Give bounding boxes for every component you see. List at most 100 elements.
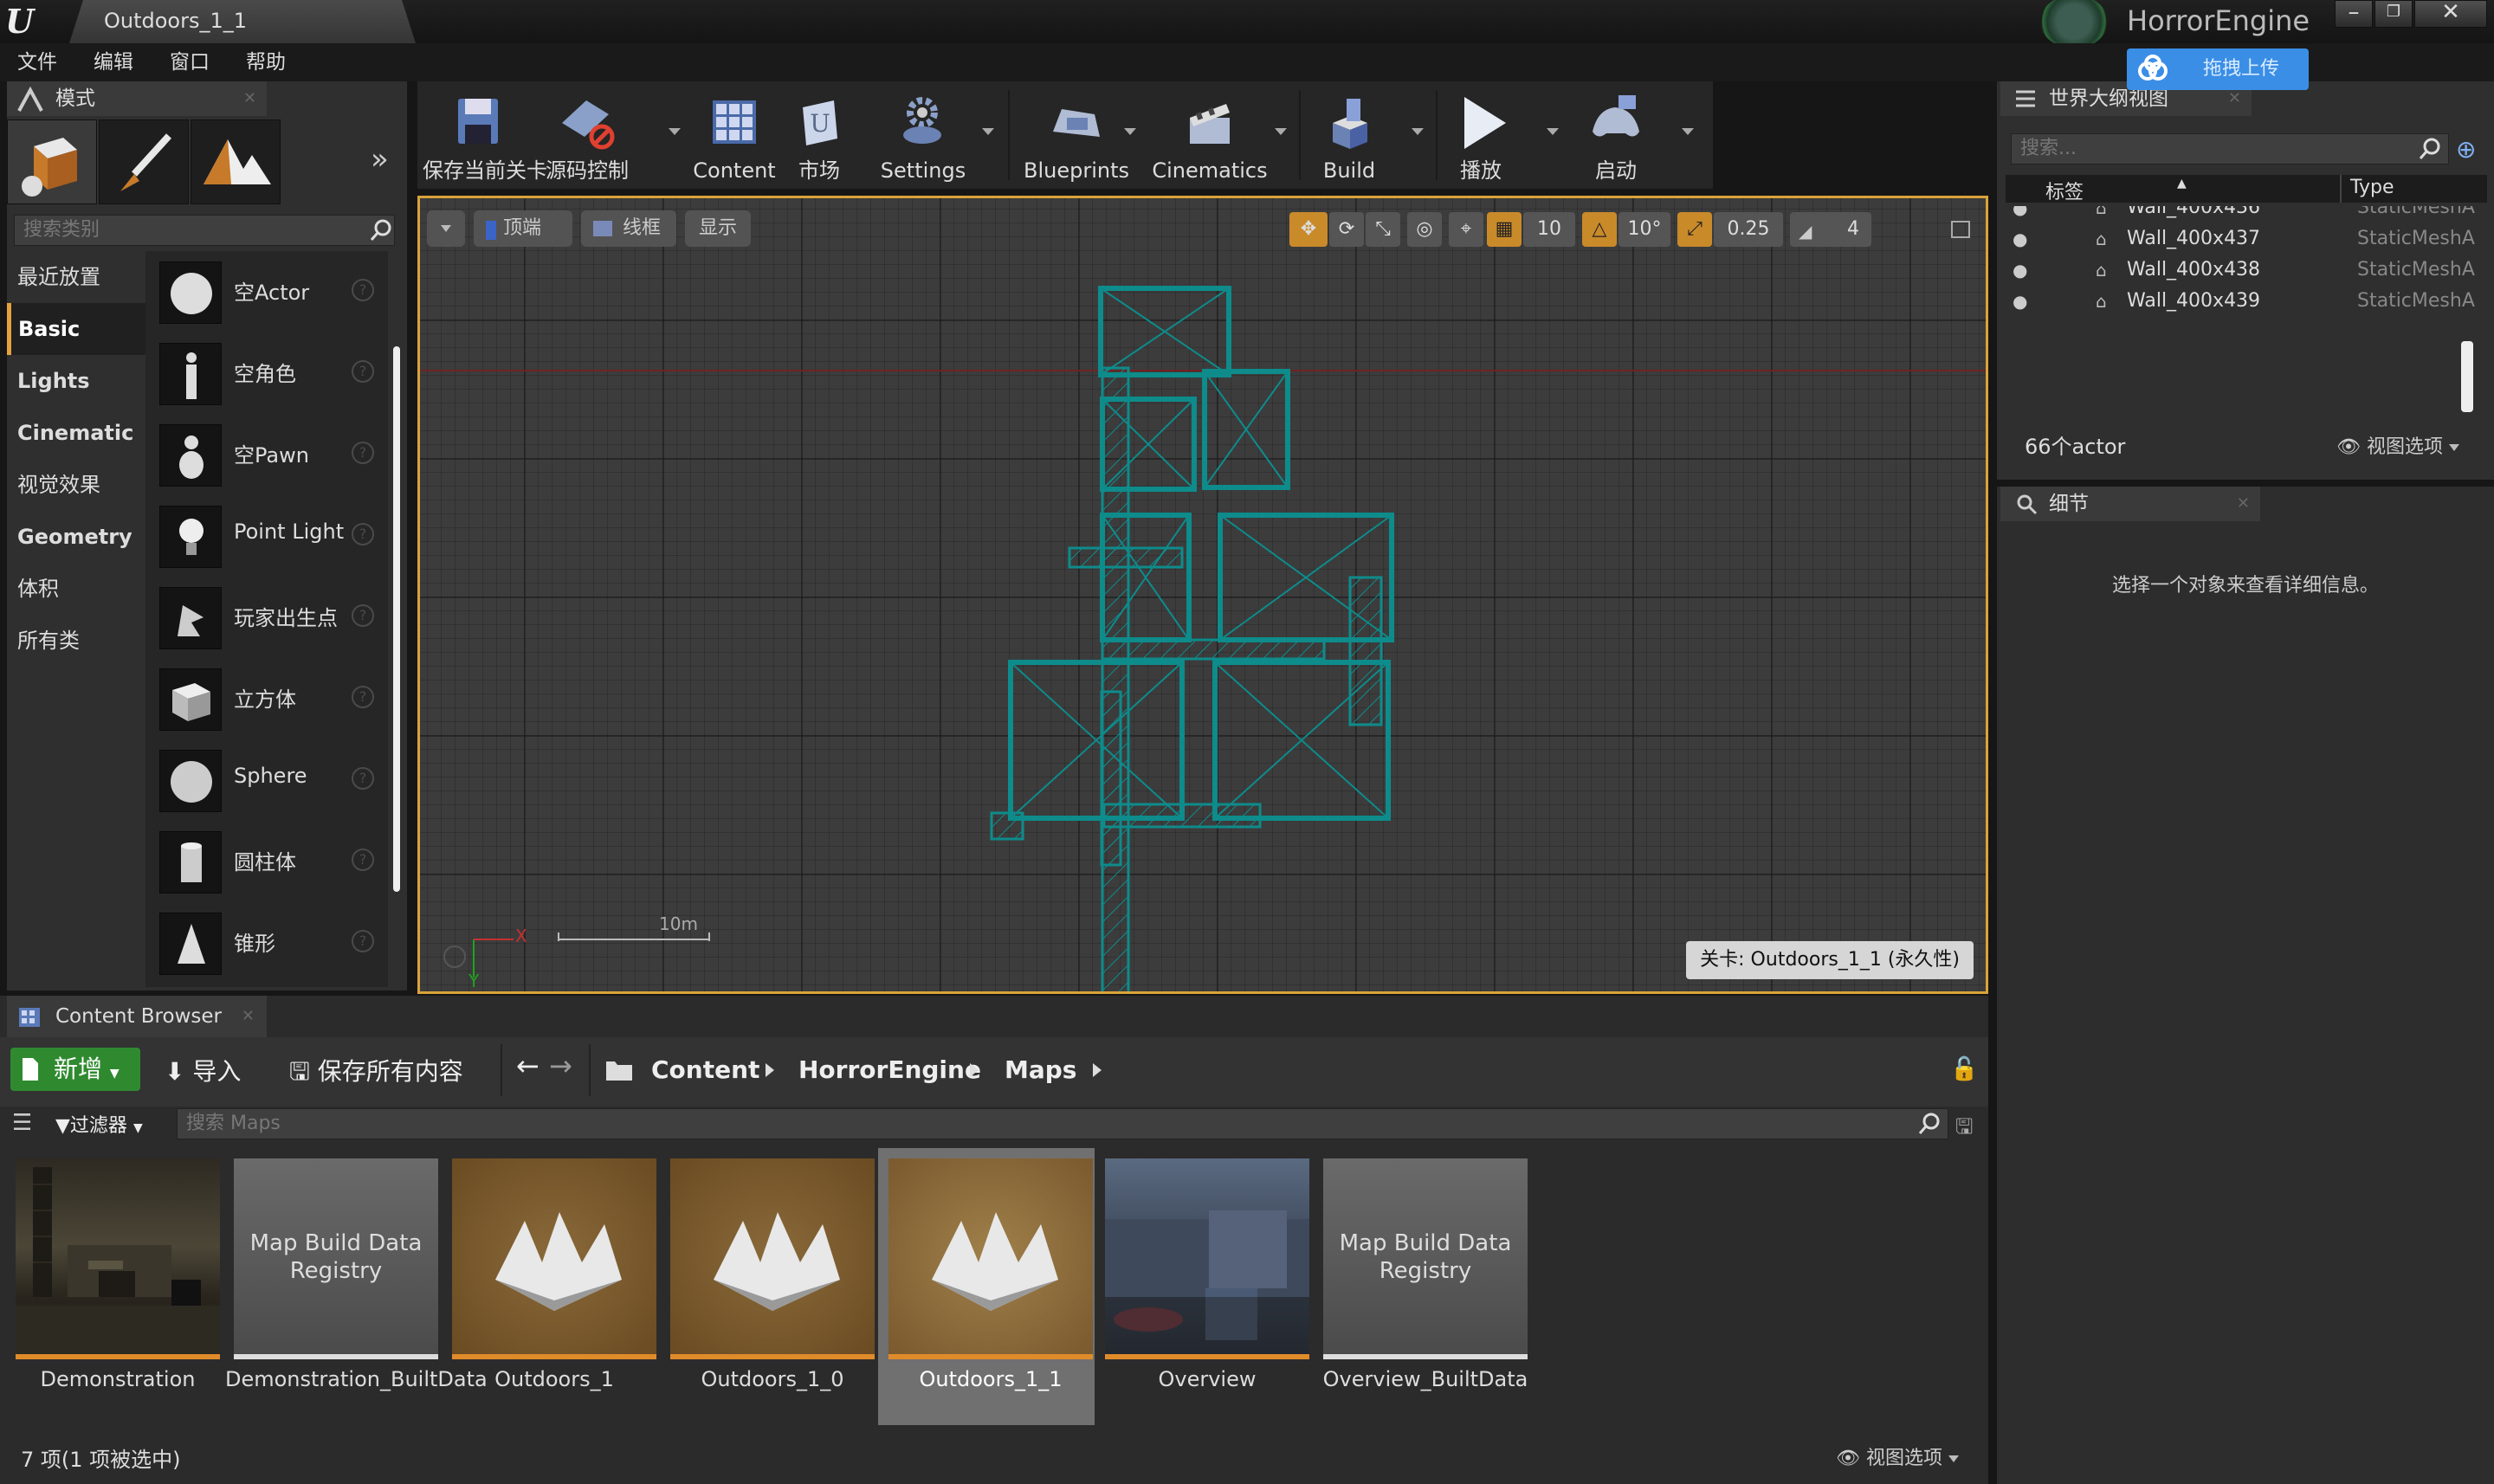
blueprints-button[interactable]: Blueprints bbox=[1015, 81, 1138, 189]
asset-cylinder[interactable]: 圆柱体? bbox=[145, 821, 388, 902]
minimize-button[interactable]: – bbox=[2335, 0, 2373, 28]
asset-tile-outdoors-1-1[interactable]: Outdoors_1_1 bbox=[888, 1158, 1093, 1391]
world-local-toggle-button[interactable]: ◎ bbox=[1407, 212, 1442, 247]
rotation-snap-toggle[interactable]: △ bbox=[1582, 212, 1617, 247]
save-level-button[interactable]: 保存当前关卡 bbox=[423, 81, 547, 189]
breadcrumb-separator-icon[interactable] bbox=[1093, 1063, 1102, 1077]
category-volumes[interactable]: 体积 bbox=[7, 563, 145, 615]
level-document-tab[interactable]: Outdoors_1_1 bbox=[69, 0, 416, 43]
marketplace-button[interactable]: U 市场 bbox=[781, 81, 857, 189]
build-button[interactable]: Build bbox=[1306, 81, 1392, 189]
content-browser-view-options[interactable]: 👁 视图选项 bbox=[1836, 1442, 1959, 1470]
visibility-eye-icon[interactable]: ● bbox=[2013, 317, 2027, 322]
asset-empty-character[interactable]: 空角色? bbox=[145, 332, 388, 414]
outliner-scrollbar[interactable] bbox=[2461, 341, 2473, 412]
back-arrow-icon[interactable]: ← bbox=[516, 1049, 540, 1082]
restore-button[interactable]: ❐ bbox=[2374, 0, 2413, 28]
modes-tab[interactable]: 模式 ✕ bbox=[7, 81, 267, 116]
play-dropdown[interactable] bbox=[1547, 128, 1559, 135]
cinematics-button[interactable]: Cinematics bbox=[1145, 81, 1275, 189]
asset-tile-outdoors-1-0[interactable]: Outdoors_1_0 bbox=[670, 1158, 875, 1391]
category-recent[interactable]: 最近放置 bbox=[7, 251, 145, 303]
asset-empty-actor[interactable]: 空Actor? bbox=[145, 251, 388, 332]
rotate-tool-button[interactable]: ⟳ bbox=[1329, 212, 1364, 247]
grid-snap-value[interactable]: 10 bbox=[1523, 212, 1575, 247]
settings-button[interactable]: Settings bbox=[871, 81, 975, 189]
asset-tile-demonstration[interactable]: Demonstration bbox=[16, 1158, 220, 1391]
save-all-button[interactable]: 🖫 保存所有内容 bbox=[289, 1053, 463, 1095]
surface-snap-button[interactable]: ⌖ bbox=[1449, 212, 1483, 247]
help-icon[interactable]: ? bbox=[352, 686, 374, 708]
grid-snap-toggle[interactable]: ▦ bbox=[1487, 212, 1522, 247]
menu-file[interactable]: 文件 bbox=[17, 43, 57, 81]
category-basic[interactable]: Basic bbox=[7, 303, 145, 355]
asset-search-input[interactable]: 搜索 Maps bbox=[177, 1108, 1948, 1139]
source-control-button[interactable]: 源码控制 bbox=[539, 81, 636, 189]
launch-dropdown[interactable] bbox=[1682, 128, 1694, 135]
more-modes-icon[interactable]: » bbox=[371, 142, 389, 177]
breadcrumb-maps[interactable]: Maps bbox=[1005, 1053, 1076, 1087]
landscape-mode-button[interactable] bbox=[191, 119, 281, 204]
help-icon[interactable]: ? bbox=[352, 848, 374, 871]
details-tab[interactable]: 细节 ✕ bbox=[2000, 487, 2260, 521]
help-icon[interactable]: ? bbox=[352, 930, 374, 952]
launch-button[interactable]: 启动 bbox=[1564, 81, 1668, 189]
outliner-row[interactable]: ● ⌂ Wall_400x438 StaticMeshA bbox=[2006, 255, 2487, 286]
outliner-row[interactable]: ● ⌂ Wall_400x436 StaticMeshA bbox=[2006, 206, 2487, 223]
forward-arrow-icon[interactable]: → bbox=[549, 1049, 572, 1082]
outliner-row[interactable]: ● ⌂ Wall_400x440 StaticMeshA bbox=[2006, 317, 2487, 322]
asset-player-start[interactable]: 玩家出生点? bbox=[145, 577, 388, 658]
viewport-options-button[interactable] bbox=[427, 210, 465, 247]
visibility-eye-icon[interactable]: ● bbox=[2013, 223, 2027, 255]
outliner-view-options[interactable]: 👁 视图选项 bbox=[2336, 431, 2459, 459]
lock-icon[interactable]: 🔓 bbox=[1950, 1056, 1978, 1082]
visibility-eye-icon[interactable]: ● bbox=[2013, 255, 2027, 286]
close-tab-icon[interactable]: ✕ bbox=[243, 81, 256, 116]
category-lights[interactable]: Lights bbox=[7, 355, 145, 407]
class-search-input[interactable]: 搜索类别 bbox=[14, 215, 395, 246]
help-icon[interactable]: ? bbox=[352, 279, 374, 301]
cinematics-dropdown[interactable] bbox=[1275, 128, 1287, 135]
asset-sphere[interactable]: Sphere? bbox=[145, 739, 388, 821]
menu-edit[interactable]: 编辑 bbox=[94, 43, 133, 81]
category-all-classes[interactable]: 所有类 bbox=[7, 615, 145, 667]
help-icon[interactable]: ? bbox=[352, 442, 374, 464]
scale-snap-toggle[interactable]: ⤢ bbox=[1677, 212, 1712, 247]
asset-tile-overview-builtdata[interactable]: Map Build Data Registry Overview_BuiltDa… bbox=[1323, 1158, 1528, 1391]
add-filter-icon[interactable]: ⊕ bbox=[2456, 135, 2476, 164]
column-label-header[interactable]: 标签 bbox=[2045, 177, 2084, 204]
sources-panel-icon[interactable]: ☰ bbox=[12, 1110, 32, 1136]
asset-tile-overview[interactable]: Overview bbox=[1105, 1158, 1309, 1391]
place-mode-button[interactable] bbox=[7, 119, 97, 204]
breadcrumb-content[interactable]: Content bbox=[651, 1053, 759, 1087]
translate-tool-button[interactable]: ✥ bbox=[1289, 212, 1328, 247]
asset-point-light[interactable]: Point Light? bbox=[145, 495, 388, 577]
help-icon[interactable]: ? bbox=[352, 360, 374, 383]
asset-tile-outdoors-1[interactable]: Outdoors_1 bbox=[452, 1158, 656, 1391]
level-viewport[interactable]: X Y 10m 顶端 线框 显示 ✥ ⟳ ⤡ ◎ ⌖ ▦ 10 △ 10° ⤢ … bbox=[417, 196, 1988, 994]
close-tab-icon[interactable]: ✕ bbox=[242, 996, 255, 1037]
category-cinematic[interactable]: Cinematic bbox=[7, 407, 145, 459]
visibility-eye-icon[interactable]: ● bbox=[2013, 206, 2027, 223]
menu-help[interactable]: 帮助 bbox=[246, 43, 286, 81]
save-search-icon[interactable]: 🖫 bbox=[1955, 1112, 1973, 1147]
import-button[interactable]: ⬇ 导入 bbox=[165, 1053, 241, 1087]
asset-cone[interactable]: 锥形? bbox=[145, 902, 388, 984]
scale-snap-value[interactable]: 0.25 bbox=[1714, 212, 1783, 247]
category-geometry[interactable]: Geometry bbox=[7, 511, 145, 563]
help-icon[interactable]: ? bbox=[352, 767, 374, 790]
close-tab-icon[interactable]: ✕ bbox=[2237, 487, 2250, 521]
asset-list-scrollbar[interactable] bbox=[393, 346, 400, 892]
scale-tool-button[interactable]: ⤡ bbox=[1366, 212, 1400, 247]
build-dropdown[interactable] bbox=[1412, 128, 1424, 135]
asset-tile-demonstration-builtdata[interactable]: Map Build Data Registry Demonstration_Bu… bbox=[225, 1158, 488, 1391]
breadcrumb-separator-icon[interactable] bbox=[970, 1063, 979, 1077]
help-icon[interactable]: ? bbox=[352, 523, 374, 545]
source-control-dropdown[interactable] bbox=[669, 128, 681, 135]
column-type-header[interactable]: Type bbox=[2350, 177, 2394, 198]
outliner-search-input[interactable]: 搜索... bbox=[2011, 133, 2449, 165]
asset-cube[interactable]: 立方体? bbox=[145, 658, 388, 739]
blueprints-dropdown[interactable] bbox=[1124, 128, 1136, 135]
visibility-eye-icon[interactable]: ● bbox=[2013, 286, 2027, 317]
category-visual-effects[interactable]: 视觉效果 bbox=[7, 459, 145, 511]
